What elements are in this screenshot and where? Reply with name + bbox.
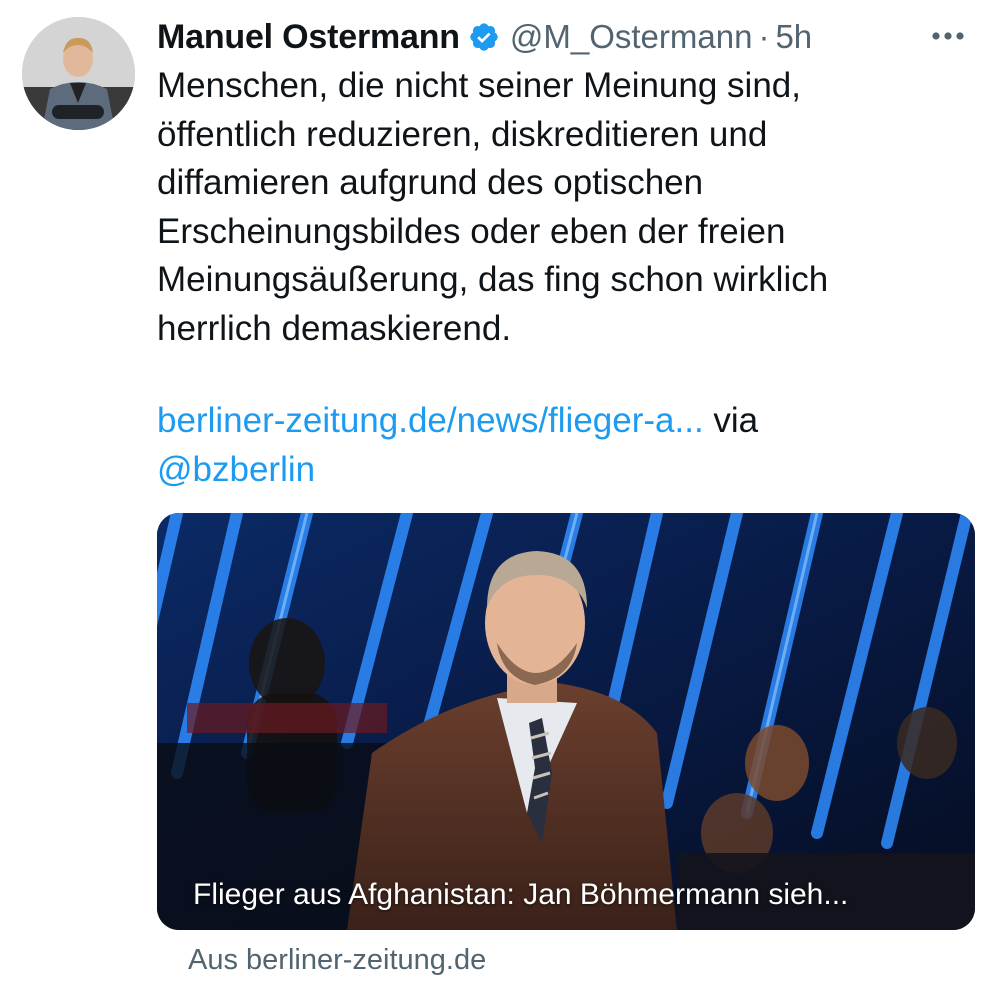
timestamp[interactable]: 5h	[775, 18, 812, 56]
tweet[interactable]: Manuel Ostermann @M_Ostermann · 5h Mensc…	[0, 0, 1000, 988]
article-link[interactable]: berliner-zeitung.de/news/flieger-a...	[157, 401, 704, 440]
separator-dot: ·	[758, 18, 770, 55]
card-image	[157, 513, 975, 930]
display-name[interactable]: Manuel Ostermann	[157, 18, 460, 57]
tweet-header: Manuel Ostermann @M_Ostermann · 5h	[157, 14, 970, 60]
tweet-link-line: berliner-zeitung.de/news/flieger-a... vi…	[157, 397, 967, 494]
author-handle[interactable]: @M_Ostermann	[510, 18, 753, 56]
via-text: via	[703, 401, 759, 440]
tweet-text: Menschen, die nicht seiner Meinung sind,…	[157, 66, 829, 348]
verified-badge-icon[interactable]	[468, 21, 500, 53]
card-domain[interactable]: Aus berliner-zeitung.de	[188, 944, 486, 977]
avatar[interactable]	[22, 17, 135, 130]
mention-link[interactable]: @bzberlin	[157, 450, 315, 489]
link-preview-card[interactable]: Flieger aus Afghanistan: Jan Böhmermann …	[157, 513, 975, 930]
card-title[interactable]: Flieger aus Afghanistan: Jan Böhmermann …	[193, 878, 848, 912]
more-options-icon[interactable]	[926, 16, 970, 56]
